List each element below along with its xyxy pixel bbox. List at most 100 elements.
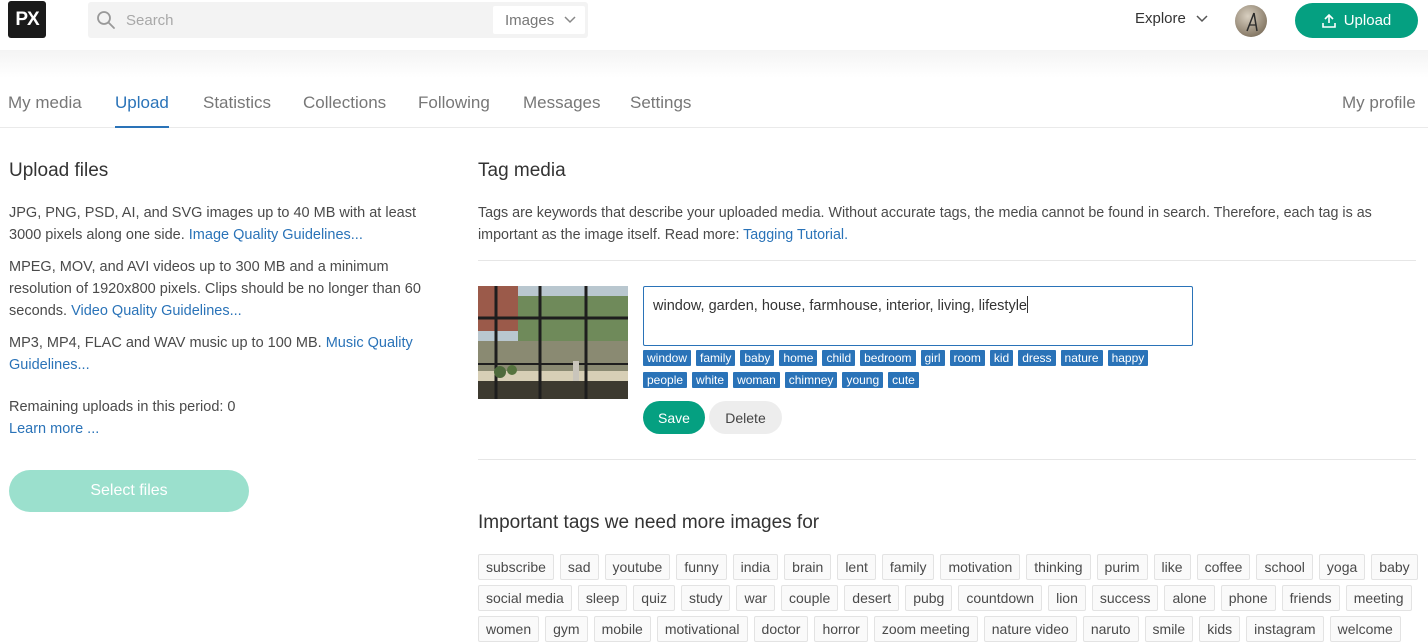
important-tag[interactable]: baby xyxy=(1371,554,1418,580)
uploaded-image-thumbnail[interactable] xyxy=(478,286,628,399)
tab-messages[interactable]: Messages xyxy=(523,93,600,128)
important-tag[interactable]: countdown xyxy=(958,585,1043,611)
suggested-tag-chip[interactable]: home xyxy=(779,350,818,366)
important-tag[interactable]: motivation xyxy=(940,554,1021,580)
divider xyxy=(478,260,1416,261)
suggested-tag-chip[interactable]: cute xyxy=(888,372,919,388)
tab-following[interactable]: Following xyxy=(418,93,490,128)
tagging-tutorial-link[interactable]: Tagging Tutorial. xyxy=(743,227,848,243)
divider xyxy=(478,459,1416,460)
suggested-tag-chip[interactable]: bedroom xyxy=(860,350,916,366)
tab-collections[interactable]: Collections xyxy=(303,93,386,128)
suggested-tag-chip[interactable]: happy xyxy=(1107,350,1149,366)
upload-files-title: Upload files xyxy=(9,160,109,181)
important-tag[interactable]: meeting xyxy=(1345,585,1412,611)
important-tag[interactable]: phone xyxy=(1220,585,1276,611)
search-type-dropdown[interactable]: Images xyxy=(493,6,585,34)
important-tag[interactable]: smile xyxy=(1144,616,1194,642)
upload-icon xyxy=(1321,13,1336,28)
suggested-tag-chip[interactable]: dress xyxy=(1018,350,1056,366)
important-tag[interactable]: brain xyxy=(784,554,832,580)
suggested-tag-chip[interactable]: girl xyxy=(920,350,945,366)
important-tag[interactable]: quiz xyxy=(633,585,675,611)
important-tag[interactable]: lion xyxy=(1048,585,1086,611)
suggested-tag-chip[interactable]: people xyxy=(643,372,688,388)
search-bar: Images xyxy=(88,2,588,38)
important-tag[interactable]: zoom meeting xyxy=(873,616,978,642)
image-guidelines-link[interactable]: Image Quality Guidelines... xyxy=(189,227,363,243)
tab-my-media[interactable]: My media xyxy=(8,93,82,128)
top-bar: PX Images Explore Upload xyxy=(0,0,1428,50)
important-tag[interactable]: doctor xyxy=(753,616,809,642)
learn-more-link[interactable]: Learn more ... xyxy=(9,418,99,440)
important-tags-row-1: subscribe sad youtube funny india brain lent fa… xyxy=(478,554,1418,580)
important-tag[interactable]: sad xyxy=(559,554,599,580)
important-tag[interactable]: women xyxy=(478,616,540,642)
important-tag[interactable]: nature video xyxy=(983,616,1077,642)
suggested-tag-chip[interactable]: baby xyxy=(740,350,775,366)
important-tag[interactable]: couple xyxy=(781,585,839,611)
important-tag[interactable]: family xyxy=(881,554,935,580)
suggested-tag-chip[interactable]: kid xyxy=(989,350,1014,366)
important-tag[interactable]: funny xyxy=(676,554,727,580)
suggested-tag-chip[interactable]: nature xyxy=(1060,350,1103,366)
my-profile-link[interactable]: My profile xyxy=(1342,93,1416,128)
avatar-image xyxy=(1246,12,1258,32)
suggested-tag-chip[interactable]: young xyxy=(842,372,884,388)
important-tag[interactable]: gym xyxy=(545,616,588,642)
search-input[interactable] xyxy=(126,2,476,38)
upload-button[interactable]: Upload xyxy=(1295,3,1418,38)
tab-statistics[interactable]: Statistics xyxy=(203,93,271,128)
important-tag[interactable]: friends xyxy=(1281,585,1340,611)
suggested-tag-chip[interactable]: family xyxy=(696,350,736,366)
important-tag[interactable]: like xyxy=(1153,554,1191,580)
important-tag[interactable]: yoga xyxy=(1318,554,1366,580)
header-band xyxy=(0,50,1428,78)
important-tag[interactable]: welcome xyxy=(1329,616,1401,642)
important-tag[interactable]: mobile xyxy=(593,616,651,642)
pexels-logo[interactable]: PX xyxy=(8,1,46,38)
suggested-tag-chip[interactable]: room xyxy=(949,350,985,366)
important-tag[interactable]: kids xyxy=(1199,616,1241,642)
important-tag[interactable]: sleep xyxy=(577,585,628,611)
important-tag[interactable]: youtube xyxy=(604,554,671,580)
important-tag[interactable]: war xyxy=(736,585,776,611)
important-tag[interactable]: subscribe xyxy=(478,554,554,580)
important-tags-row-3: women gym mobile motivational doctor horror zo… xyxy=(478,616,1401,642)
important-tag[interactable]: naruto xyxy=(1082,616,1139,642)
user-avatar[interactable] xyxy=(1235,5,1267,37)
suggested-tag-chip[interactable]: window xyxy=(643,350,692,366)
important-tag[interactable]: desert xyxy=(844,585,900,611)
explore-menu[interactable]: Explore xyxy=(1135,10,1208,27)
delete-button[interactable]: Delete xyxy=(709,401,782,434)
important-tag[interactable]: school xyxy=(1256,554,1313,580)
important-tag[interactable]: alone xyxy=(1164,585,1215,611)
important-tag[interactable]: thinking xyxy=(1026,554,1091,580)
tab-settings[interactable]: Settings xyxy=(630,93,691,128)
photo-window-garden xyxy=(478,286,628,399)
important-tag[interactable]: social media xyxy=(478,585,572,611)
important-tag[interactable]: success xyxy=(1091,585,1159,611)
save-button[interactable]: Save xyxy=(643,401,705,434)
video-guidelines-link[interactable]: Video Quality Guidelines... xyxy=(71,303,242,319)
important-tag[interactable]: study xyxy=(680,585,731,611)
chevron-down-icon xyxy=(564,16,576,24)
suggested-tag-chip[interactable]: woman xyxy=(733,372,780,388)
select-files-button[interactable]: Select files xyxy=(9,470,249,512)
important-tag[interactable]: purim xyxy=(1096,554,1148,580)
important-tag[interactable]: lent xyxy=(837,554,876,580)
important-tag[interactable]: motivational xyxy=(656,616,748,642)
important-tag[interactable]: instagram xyxy=(1246,616,1324,642)
suggested-tag-chip[interactable]: chimney xyxy=(784,372,838,388)
chevron-down-icon xyxy=(1196,14,1208,22)
tab-upload[interactable]: Upload xyxy=(115,93,169,128)
important-tag[interactable]: coffee xyxy=(1196,554,1251,580)
video-requirements: MPEG, MOV, and AVI videos up to 300 MB a… xyxy=(9,259,421,319)
important-tag[interactable]: india xyxy=(732,554,779,580)
suggested-tag-chip[interactable]: white xyxy=(692,372,729,388)
important-tag[interactable]: horror xyxy=(814,616,868,642)
important-tag[interactable]: pubg xyxy=(905,585,953,611)
tags-input[interactable]: window, garden, house, farmhouse, interi… xyxy=(643,286,1193,346)
music-requirements: MP3, MP4, FLAC and WAV music up to 100 M… xyxy=(9,335,413,373)
suggested-tag-chip[interactable]: child xyxy=(822,350,856,366)
